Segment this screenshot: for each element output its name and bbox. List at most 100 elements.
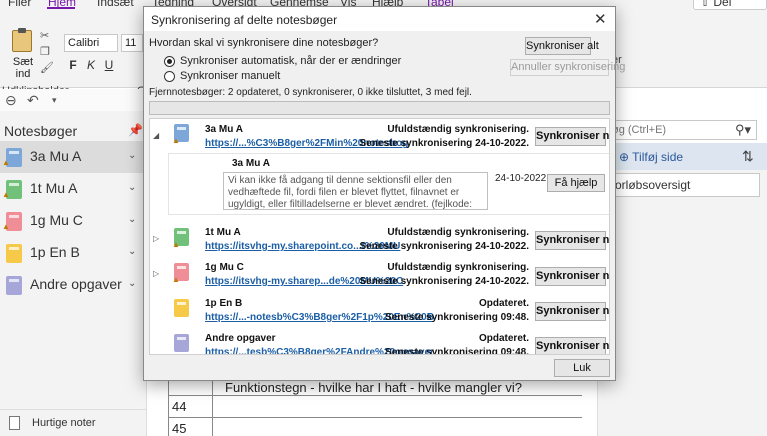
notebook-name: 1g Mu C xyxy=(30,212,83,228)
sync-row-1g-mu-c: ▷ ▲ 1g Mu C https://itsvhg-my.sharep...d… xyxy=(150,257,609,291)
sync-all-button[interactable]: Synkroniser alt xyxy=(525,37,599,55)
add-page-label: ⊕ Tilføj side xyxy=(619,150,684,164)
radio-auto-sync[interactable] xyxy=(164,56,175,67)
page-table-text[interactable]: Funktionstegn - hvilke har I haft - hvil… xyxy=(225,380,522,395)
customize-icon[interactable]: ▾ xyxy=(52,95,57,106)
warning-icon: ▲ xyxy=(172,240,180,249)
chevron-down-icon[interactable]: ⌄ xyxy=(128,182,136,193)
notebook-item[interactable]: ▲ 3a Mu A ⌄ xyxy=(0,141,146,173)
sync-status: Opdateret. xyxy=(478,298,529,309)
font-size-field[interactable]: 11 xyxy=(121,34,143,52)
radio-manual-sync[interactable] xyxy=(164,71,175,82)
sync-row-1t-mu-a: ▷ ▲ 1t Mu A https://itsvhg-my.sharepoint… xyxy=(150,222,609,256)
error-section-name: 3a Mu A xyxy=(232,158,270,169)
notebook-icon xyxy=(6,244,22,263)
chevron-down-icon[interactable]: ⌄ xyxy=(128,278,136,289)
error-message: Vi kan ikke få adgang til denne sektions… xyxy=(223,172,488,210)
chevron-down-icon[interactable]: ⌄ xyxy=(128,246,136,257)
copy-icon[interactable]: ❐ xyxy=(40,44,56,60)
notebook-name: 1t Mu A xyxy=(205,227,241,238)
close-icon[interactable]: ✕ xyxy=(594,10,607,28)
italic-button[interactable]: K xyxy=(84,58,98,74)
collapse-icon[interactable]: ◢ xyxy=(153,131,159,140)
quick-notes-icon xyxy=(9,416,20,430)
table-border-left xyxy=(168,380,169,436)
sync-now-button[interactable]: Synkroniser nu xyxy=(535,337,609,354)
cancel-sync-button[interactable]: Annuller synkronisering xyxy=(510,59,625,76)
share-label: Del xyxy=(713,0,732,9)
tab-indsaet[interactable]: Indsæt xyxy=(97,0,134,9)
sync-status: Ufuldstændig synkronisering. xyxy=(387,227,529,238)
chevron-down-icon[interactable]: ⌄ xyxy=(128,150,136,161)
underline-button[interactable]: U xyxy=(102,58,116,74)
share-button[interactable]: ⇧ Del xyxy=(693,0,767,10)
sync-row-3a-mu-a: ◢ ▲ 3a Mu A https://...%C3%B8ger%2FMin%2… xyxy=(150,119,609,219)
share-icon: ⇧ xyxy=(700,0,714,9)
error-date: 24-10-2022 xyxy=(495,173,547,184)
page-list-item[interactable]: orløbsoversigt xyxy=(608,173,760,197)
notebook-icon xyxy=(174,334,189,352)
get-help-button[interactable]: Få hjælp xyxy=(547,174,605,192)
notebook-name: 3a Mu A xyxy=(205,124,243,135)
close-button[interactable]: Luk xyxy=(554,359,610,377)
sync-row-andre-opgaver: Andre opgaver https://...tesb%C3%B8ger%2… xyxy=(150,328,609,355)
paste-button[interactable]: Sæt ind xyxy=(6,28,40,80)
notebooks-header: Notesbøger xyxy=(4,123,78,139)
table-row-line xyxy=(168,395,582,396)
search-input[interactable]: øg (Ctrl+E) xyxy=(597,120,757,140)
notebook-item[interactable]: 1p En B ⌄ xyxy=(0,237,146,269)
sync-status: Opdateret. xyxy=(478,333,529,344)
notebook-item[interactable]: Andre opgaver ⌄ xyxy=(0,269,146,301)
notebook-name: Andre opgaver xyxy=(205,333,276,344)
font-name-field[interactable]: Calibri xyxy=(64,34,118,52)
table-row-line xyxy=(168,417,582,418)
last-sync: Seneste synkronisering 24-10-2022. xyxy=(359,138,529,149)
notebook-name: 3a Mu A xyxy=(30,148,82,164)
dialog-titlebar: Synkronisering af delte notesbøger ✕ xyxy=(144,7,615,31)
back-icon[interactable]: ⊖ xyxy=(5,92,17,109)
table-row-number: 45 xyxy=(172,421,187,436)
sync-question: Hvordan skal vi synkronisere dine notesb… xyxy=(149,37,379,49)
radio-auto-sync-label: Synkroniser automatisk, når der er ændri… xyxy=(180,55,402,67)
notebook-sync-list: ◢ ▲ 3a Mu A https://...%C3%B8ger%2FMin%2… xyxy=(149,118,610,355)
last-sync: Seneste synkronisering 24-10-2022. xyxy=(359,276,529,287)
sync-progress-bar xyxy=(149,101,610,115)
notebook-item[interactable]: ▲ 1g Mu C ⌄ xyxy=(0,205,146,237)
expand-icon[interactable]: ▷ xyxy=(153,269,159,278)
warning-icon: ▲ xyxy=(2,222,10,231)
chevron-down-icon[interactable]: ⌄ xyxy=(128,214,136,225)
table-row-number: 44 xyxy=(172,399,187,414)
notebook-name: 1p En B xyxy=(205,298,243,309)
remote-status-text: Fjernnotesbøger: 2 opdateret, 0 synkroni… xyxy=(149,87,472,98)
sync-dialog: Synkronisering af delte notesbøger ✕ Hvo… xyxy=(143,6,625,381)
undo-icon[interactable]: ↶ xyxy=(27,92,39,109)
sync-now-button[interactable]: Synkroniser nu xyxy=(535,127,609,146)
sync-now-button[interactable]: Synkroniser nu xyxy=(535,267,609,286)
active-tab-underline xyxy=(47,7,75,9)
notebook-name: Andre opgaver xyxy=(30,276,122,292)
sync-now-button[interactable]: Synkroniser nu xyxy=(535,231,609,250)
format-painter-icon[interactable]: 🖌 xyxy=(40,60,56,76)
tab-filer[interactable]: Filer xyxy=(8,0,31,9)
paste-label: Sæt ind xyxy=(12,56,34,80)
warning-icon: ▲ xyxy=(172,136,180,145)
sync-status: Ufuldstændig synkronisering. xyxy=(387,124,529,135)
clipboard-tools: ✂ ❐ 🖌 xyxy=(40,28,56,78)
sync-now-button[interactable]: Synkroniser nu xyxy=(535,302,609,321)
sort-icon[interactable]: ⇅ xyxy=(742,148,754,165)
notebook-name: 1g Mu C xyxy=(205,262,244,273)
quick-notes-label: Hurtige noter xyxy=(32,417,96,429)
last-sync: Seneste synkronisering 09:48. xyxy=(385,347,529,355)
quick-access-bar: ⊖ ↶ ▾ xyxy=(0,89,147,111)
notebook-item[interactable]: ▲ 1t Mu A ⌄ xyxy=(0,173,146,205)
notebook-icon xyxy=(6,276,22,295)
bold-button[interactable]: F xyxy=(66,58,80,74)
clipboard-icon xyxy=(12,30,32,52)
notebook-icon xyxy=(174,299,189,317)
pin-icon[interactable]: 📌 xyxy=(128,123,143,137)
table-border-mid xyxy=(212,380,213,436)
cut-icon[interactable]: ✂ xyxy=(40,28,56,44)
quick-notes-button[interactable]: Hurtige noter xyxy=(0,409,146,436)
expand-icon[interactable]: ▷ xyxy=(153,234,159,243)
search-icon[interactable]: ⚲▾ xyxy=(735,122,751,138)
